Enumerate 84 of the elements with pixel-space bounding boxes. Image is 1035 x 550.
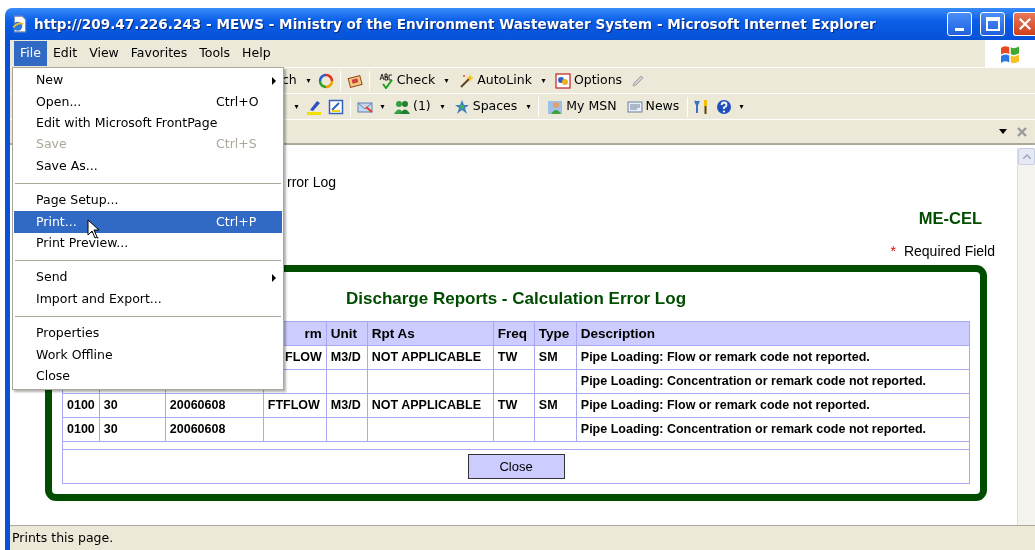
status-text: Prints this page. bbox=[12, 528, 114, 547]
close-button[interactable] bbox=[1013, 12, 1035, 36]
minimize-icon bbox=[955, 27, 964, 31]
toolbar-button[interactable]: News bbox=[624, 97, 682, 116]
table-cell: SM bbox=[534, 393, 577, 418]
table-cell: 0100 bbox=[62, 417, 100, 442]
menu-item[interactable]: Favorites bbox=[124, 41, 194, 66]
dropdown-arrow-icon[interactable] bbox=[438, 104, 446, 109]
newspaper-icon bbox=[626, 98, 643, 115]
column-header: Unit bbox=[326, 321, 368, 346]
minimize-button[interactable] bbox=[947, 12, 972, 36]
menu-item[interactable]: Help bbox=[236, 41, 277, 66]
table-cell: 0100 bbox=[62, 393, 100, 418]
toolbar-button[interactable]: (1) bbox=[392, 97, 433, 116]
table-cell: NOT APPLICABLE bbox=[367, 345, 494, 370]
required-mark: * bbox=[890, 242, 896, 259]
dropdown-arrow-icon[interactable] bbox=[525, 104, 533, 109]
highlighter-icon[interactable] bbox=[306, 98, 322, 115]
menu-item[interactable]: View bbox=[83, 41, 125, 66]
close-icon bbox=[1017, 17, 1032, 31]
table-cell: NOT APPLICABLE bbox=[367, 393, 494, 418]
menu-item[interactable]: Edit bbox=[46, 41, 84, 66]
required-note: Required Field bbox=[903, 242, 995, 259]
table-cell: Pipe Loading: Flow or remark code not reported. bbox=[576, 345, 970, 370]
dropdown-arrow-icon[interactable] bbox=[304, 78, 312, 83]
table-cell: FTFLOW bbox=[263, 393, 327, 418]
table-cell: TW bbox=[493, 393, 535, 418]
star-icon bbox=[453, 98, 470, 115]
close-button[interactable]: Close bbox=[467, 454, 565, 480]
menu-item[interactable]: Open... Ctrl+O bbox=[14, 91, 282, 113]
table-cell: Pipe Loading: Concentration or remark code not reported. bbox=[576, 417, 970, 442]
table-cell: M3/D bbox=[326, 393, 368, 418]
scrollbar[interactable] bbox=[1017, 148, 1035, 525]
table-cell: 30 bbox=[99, 417, 166, 442]
table-cell: TW bbox=[493, 345, 535, 370]
dropdown-arrow-icon[interactable] bbox=[379, 104, 386, 109]
toolbar-button[interactable]: Spaces bbox=[451, 97, 520, 116]
toolbar-button[interactable]: Check bbox=[375, 71, 438, 90]
people-icon bbox=[394, 98, 410, 115]
menu-item[interactable]: Edit with Microsoft FrontPage bbox=[14, 112, 282, 135]
form-code: ME-CEL bbox=[918, 209, 982, 227]
column-header: Type bbox=[534, 321, 577, 346]
table-cell: M3/D bbox=[326, 345, 368, 370]
dropdown-arrow-icon[interactable] bbox=[539, 78, 547, 83]
menu-item[interactable]: New bbox=[14, 70, 282, 92]
table-cell: 20060608 bbox=[165, 393, 264, 418]
table-cell: SM bbox=[534, 345, 577, 370]
table-cell: 20060608 bbox=[165, 417, 264, 442]
dropdown-arrow-icon[interactable] bbox=[293, 104, 300, 109]
menu-item[interactable]: Import and Export... bbox=[14, 288, 282, 310]
spellcheck-icon bbox=[377, 72, 394, 89]
dropdown-arrow-icon[interactable] bbox=[738, 104, 746, 109]
picture-icon bbox=[554, 72, 571, 89]
menu-item[interactable]: Tools bbox=[193, 41, 237, 66]
help-icon[interactable] bbox=[716, 98, 733, 115]
table-cell: Pipe Loading: Concentration or remark code not reported. bbox=[576, 369, 970, 394]
wand-icon bbox=[458, 72, 475, 89]
dropdown-arrow-icon[interactable] bbox=[999, 129, 1007, 134]
column-header: Rpt As bbox=[367, 321, 494, 346]
column-header: Freq bbox=[493, 321, 535, 346]
table-cell: 30 bbox=[99, 393, 166, 418]
column-header: Description bbox=[576, 321, 970, 346]
panel-title: Discharge Reports - Calculation Error Log bbox=[345, 288, 687, 308]
menu-item[interactable]: Print Preview... bbox=[14, 232, 282, 255]
person-icon bbox=[547, 98, 564, 115]
swirl-icon[interactable] bbox=[317, 72, 334, 89]
toolbar-button[interactable]: Options bbox=[552, 71, 625, 90]
note-icon[interactable] bbox=[328, 98, 344, 115]
maximize-icon bbox=[984, 16, 1001, 32]
menu-item[interactable]: File bbox=[14, 41, 47, 66]
toolbar-button[interactable]: AutoLink bbox=[456, 71, 534, 90]
browser-page-icon bbox=[11, 15, 29, 33]
dropdown-arrow-icon[interactable] bbox=[443, 78, 451, 83]
page-heading: rror Log bbox=[287, 174, 337, 190]
maximize-button[interactable] bbox=[980, 12, 1005, 36]
stamp-icon[interactable] bbox=[346, 72, 363, 89]
menu-item[interactable]: Page Setup... bbox=[14, 189, 282, 212]
window-title: http://209.47.226.243 - MEWS - Ministry of the Environment Wastewater System - Microsoft Internet Explorer bbox=[34, 14, 876, 34]
menu-item[interactable]: Save As... bbox=[14, 155, 282, 177]
menu-item[interactable]: Send bbox=[14, 267, 282, 289]
mouse-cursor-icon bbox=[87, 219, 100, 239]
menu-item[interactable]: Print... Ctrl+P bbox=[14, 211, 282, 233]
toolbar-button[interactable]: My MSN bbox=[545, 97, 619, 116]
table-cell: Pipe Loading: Flow or remark code not reported. bbox=[576, 393, 970, 418]
